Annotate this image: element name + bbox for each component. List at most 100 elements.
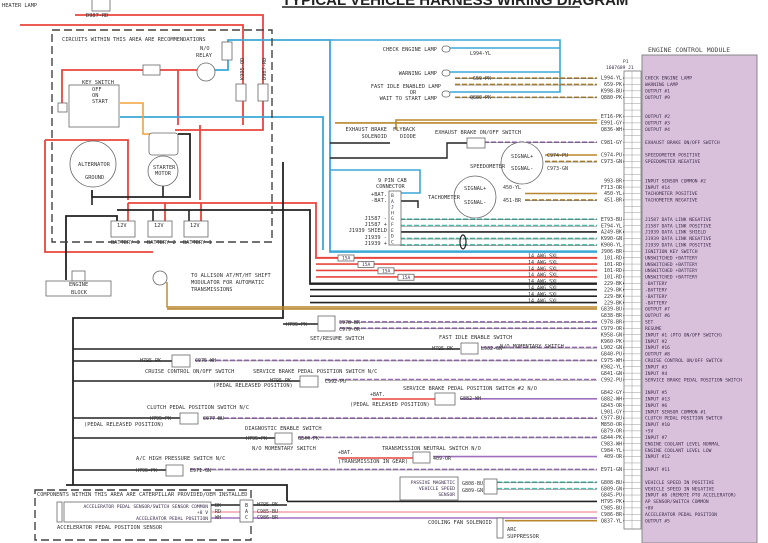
speedometer-label: SPEEDOMETER	[470, 164, 506, 170]
cab-pin-letter: A	[391, 199, 394, 205]
feed-wire-label: 14 AWG SXL	[528, 273, 558, 279]
svg-text:DIAGNOSTIC ENABLE SWITCH: DIAGNOSTIC ENABLE SWITCH	[245, 426, 322, 432]
ecm-wire-label: C979-OR	[601, 326, 623, 332]
ecm-wire-label: 993-BR	[604, 178, 623, 184]
exhaust-solenoid-label: SOLENOID	[361, 134, 387, 140]
ecm-pin-label: INPUT #1 (PTO ON/OFF SWITCH)	[645, 332, 722, 338]
svg-text:+BAT.: +BAT.	[370, 392, 385, 398]
cab-pin-label: J1939 SHIELD	[349, 228, 387, 234]
ecm-pin-label: CHECK ENGINE LAMP	[645, 76, 692, 82]
wire-label: C973-GN	[547, 166, 568, 172]
pin-label: SIGNAL-	[464, 200, 486, 206]
svg-text:H795-PK: H795-PK	[246, 436, 267, 442]
ecm-pin-column	[623, 70, 642, 530]
svg-text:409-OR: 409-OR	[433, 456, 452, 462]
svg-text:G882-WH: G882-WH	[460, 396, 481, 402]
ecm-wire-label: G808-BU	[601, 480, 622, 486]
ecm-wire-label: K990-GN	[601, 236, 622, 242]
svg-text:H795-PK: H795-PK	[286, 322, 307, 328]
ecm-pin-label: -BATTERY	[645, 281, 667, 287]
ecm-wire-label: G844-PK	[601, 435, 622, 441]
ecm-pin-label: INPUT #6	[645, 403, 667, 409]
ecm-pin-label: ENGINE COOLANT LEVEL NORMAL	[645, 441, 720, 447]
ecm-pin-label: INPUT SENSOR COMMON #1	[645, 409, 706, 415]
ecm-wire-label: 659-PK	[604, 82, 622, 88]
svg-text:TRANSMISSION NEUTRAL SWITCH N/: TRANSMISSION NEUTRAL SWITCH N/O	[382, 446, 481, 452]
ecm-wire-label: C974-PU	[601, 153, 622, 159]
ecm-pin-label: INPUT #7	[645, 435, 667, 441]
cab-connector-title: CONNECTOR	[376, 184, 406, 190]
ecm-pin-label: CLUTCH PEDAL POSITION SWITCH	[645, 416, 723, 422]
ecm-wire-label: 450-YL	[604, 191, 622, 197]
pin-label: SIGNAL+	[464, 186, 486, 192]
battery-3: 12V BATTERY 3	[110, 220, 140, 246]
relay-label: RELAY	[196, 53, 213, 59]
ecm-pin-label: OUTPUT #6	[645, 313, 670, 319]
ecm-pin-label: J1939 DATA LINK NEGATIVE	[645, 236, 712, 242]
ecm-wire-label: K982-YL	[601, 364, 622, 370]
ecm-wire-label: E971-GN	[601, 467, 622, 473]
svg-text:C992-PU: C992-PU	[325, 379, 346, 385]
ecm-pin-label: OUTPUT #8	[645, 352, 670, 358]
cab-pin-letter: F	[391, 222, 394, 228]
ecm-wire-label: 229-BK	[604, 281, 622, 287]
ecm-pin-label: VEHICLE SPEED IN NEGATIVE	[645, 486, 714, 492]
exhaust-brake-switch	[466, 137, 486, 149]
ecm-wire-label: G879-OR	[601, 429, 623, 435]
svg-text:H795-PK: H795-PK	[136, 468, 157, 474]
ecm-wire-label: C992-PU	[601, 377, 622, 383]
sensor-line-label: ACCELERATOR PEDAL SENSOR/SWITCH SENSOR C…	[84, 504, 209, 510]
ecm-wire-label: L901-GY	[601, 409, 622, 415]
ecm-wire-label: E793-BU	[601, 217, 622, 223]
fuse	[257, 83, 269, 102]
feed-wire-label: 14 AWG SXL	[528, 298, 558, 304]
svg-text:Q880-PK: Q880-PK	[470, 95, 491, 101]
svg-text:+BAT.: +BAT.	[338, 450, 353, 456]
allison-connector	[152, 270, 168, 286]
feed-wire-label: 14 AWG SXL	[528, 292, 558, 298]
svg-text:(TRANSMISSION IN GEAR): (TRANSMISSION IN GEAR)	[338, 459, 408, 465]
service-brake-switch: SERVICE BRAKE PEDAL POSITION SWITCH N/C …	[213, 369, 377, 389]
ecm-wire-label: G809-GN	[601, 486, 622, 492]
battery-1: 12V BATTERY 1	[183, 220, 212, 246]
ecm-wire-label: 101-RD	[604, 268, 622, 274]
ecm-wire-label: 409-OR	[604, 454, 623, 460]
cruise-control-switch: H795-PK C975-WH CRUISE CONTROL ON/OFF SW…	[140, 354, 234, 375]
ecm-wire-label: C983-WH	[601, 441, 622, 447]
ecm-pin-label: UNSWITCHED +BATTERY	[645, 268, 698, 274]
pin-letter: C	[245, 515, 248, 521]
svg-text:L902-GN: L902-GN	[481, 346, 502, 352]
tachometer-gauge	[453, 175, 497, 219]
ecm-pin-label: EXHAUST BRAKE ON/OFF SWITCH	[645, 140, 720, 146]
ecm-wire-label: E794-YL	[601, 223, 622, 229]
svg-text:N/O MOMENTARY SWITCH: N/O MOMENTARY SWITCH	[500, 344, 564, 350]
ecm-pin-label: -BATTERY	[645, 294, 667, 300]
ecm-wire-label: Q837-YL	[601, 518, 622, 524]
cooling-fan-label: COOLING FAN SOLENOID	[428, 520, 492, 526]
ecm-wire-label: 101-RD	[604, 275, 622, 281]
ecm-wire-label: G839-BU	[601, 307, 622, 313]
svg-text:C977-BU: C977-BU	[203, 416, 224, 422]
svg-text:FAST IDLE ENABLE SWITCH: FAST IDLE ENABLE SWITCH	[439, 335, 512, 341]
ecm-wire-label: C984-YL	[601, 448, 622, 454]
ecm-pin-label: OUTPUT #9	[645, 95, 670, 101]
ecm-pin-label: UNSWITCHED +BATTERY	[645, 262, 698, 268]
ecm-wire-label: F713-OR	[601, 185, 623, 191]
connector-id: 1607689 J1	[606, 65, 634, 71]
ecm-pin-label: RESUME	[645, 326, 662, 332]
tachometer-label: TACHOMETER	[428, 195, 461, 201]
ecm-pin-label: J1587 DATA LINK POSITIVE	[645, 223, 712, 229]
svg-text:H795-PK: H795-PK	[432, 346, 453, 352]
relay-fuse	[221, 41, 233, 61]
ecm-pin-label: J1939 DATA LINK POSITIVE	[645, 243, 712, 249]
ecm-pin-label: UNSWITCHED +BATTERY	[645, 275, 698, 281]
feed-wire-label: 14 AWG SXL	[528, 286, 558, 292]
key-icon	[57, 102, 68, 113]
ecm-wire-label: C981-GY	[601, 140, 622, 146]
wire-color: WH	[215, 515, 221, 521]
svg-text:659-PK: 659-PK	[473, 76, 491, 82]
wire-label: 450-YL	[503, 185, 521, 191]
ecm-wire-label: A249-BK	[601, 230, 622, 236]
feed-wire-label: 14 AWG SXL	[528, 254, 558, 260]
wire-label: C974-PU	[547, 153, 568, 159]
